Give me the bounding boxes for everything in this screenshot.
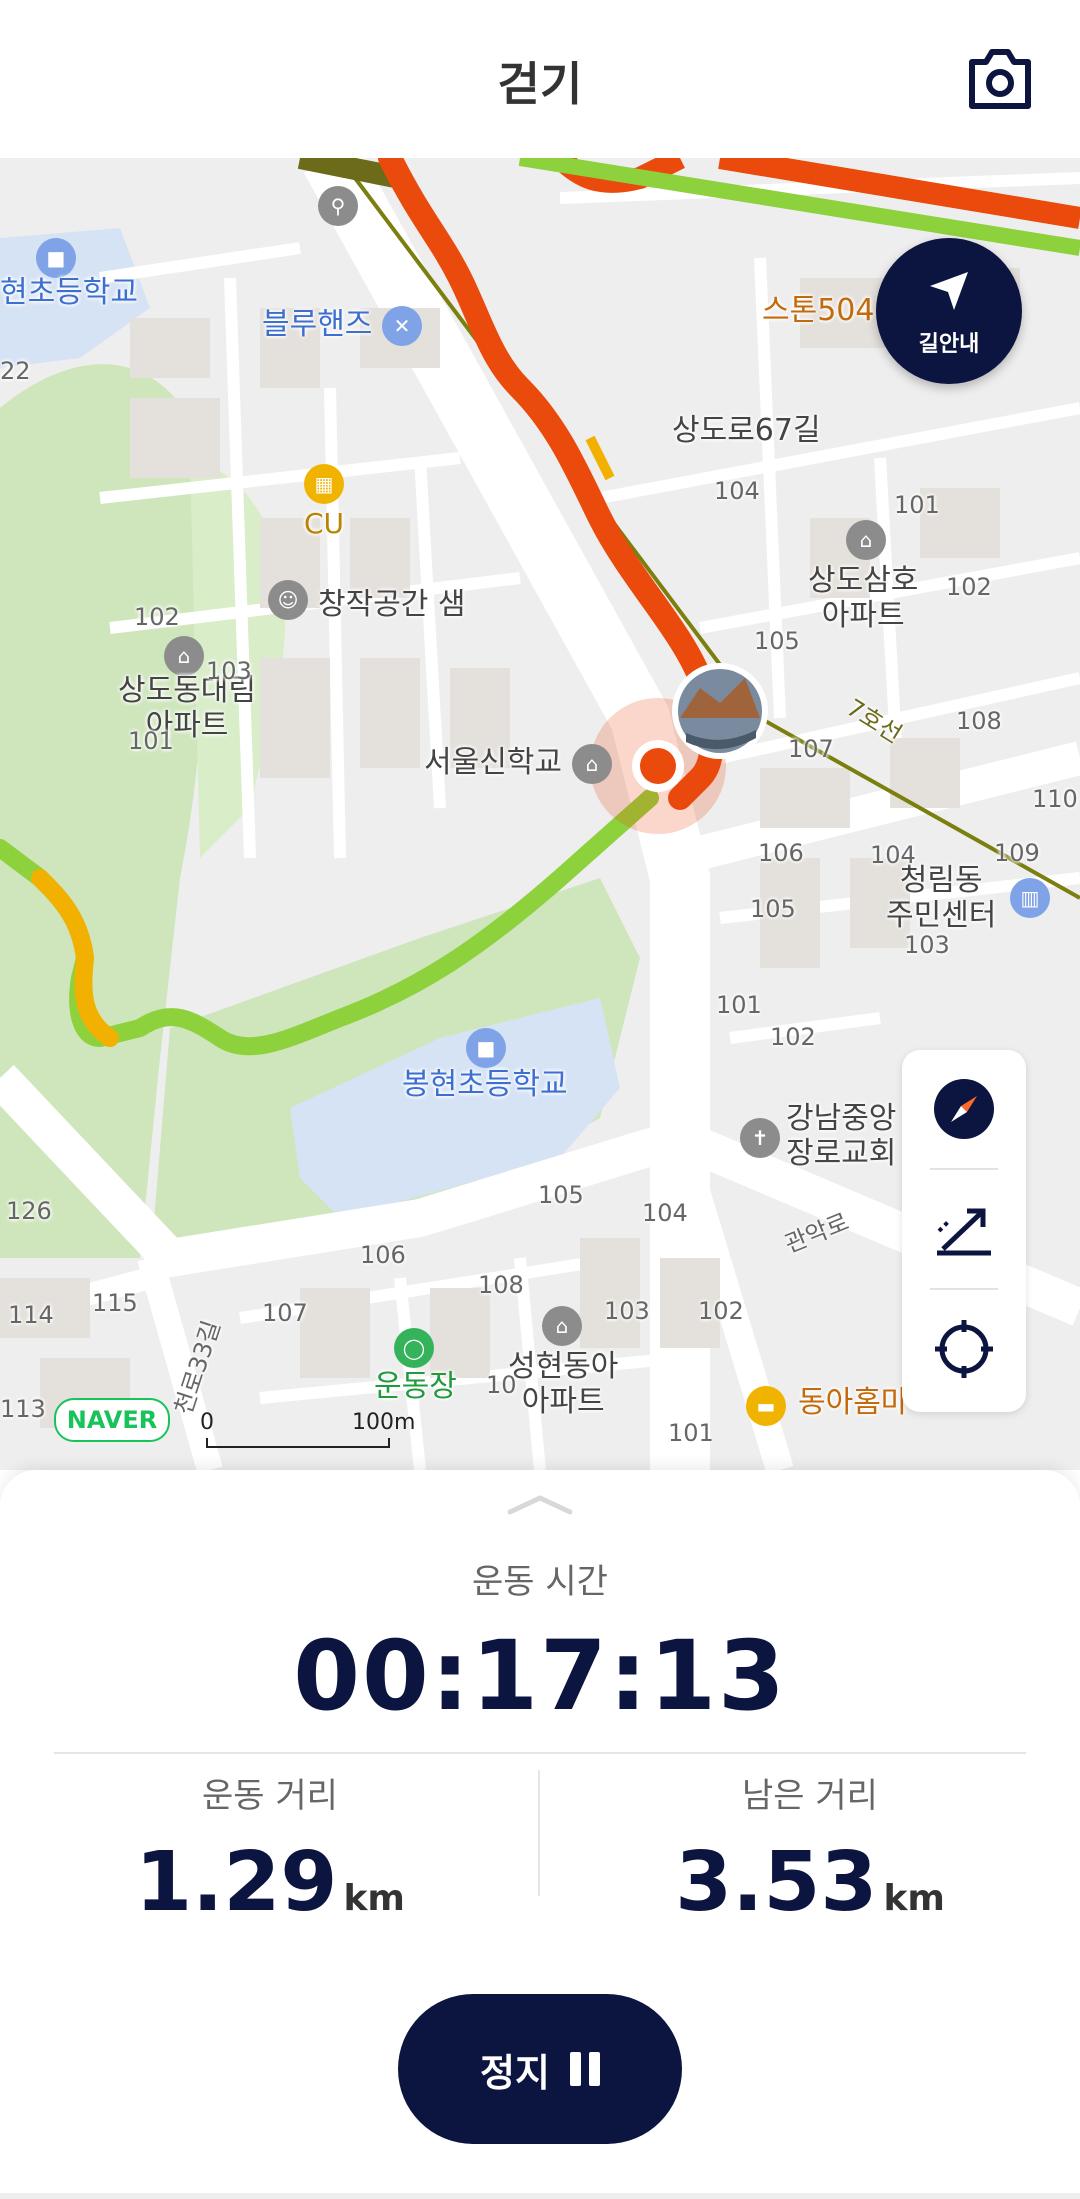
distance-value: 1.29 [135, 1835, 338, 1930]
app-header: 걷기 [0, 0, 1080, 158]
map-label: 10 [486, 1371, 517, 1399]
map-label: 강남중앙 장로교회 [786, 1101, 897, 1171]
map-label: 105 [538, 1181, 584, 1209]
elevation-button[interactable] [902, 1170, 1026, 1288]
map-label: 107 [262, 1299, 308, 1327]
remaining-label: 남은 거리 [742, 1776, 878, 1816]
map-label: 101 [894, 491, 940, 519]
remaining-value: 3.53 [675, 1835, 878, 1930]
map-label: 114 [8, 1301, 54, 1329]
compass-button[interactable] [902, 1050, 1026, 1168]
theater-icon: ☺ [268, 580, 308, 620]
stop-button-label: 정지 [480, 2050, 550, 2095]
map-label: 102 [770, 1023, 816, 1051]
remaining-unit: km [883, 1878, 945, 1919]
scale-start: 0 [200, 1410, 214, 1435]
map-label: 성현동아 아파트 [508, 1349, 619, 1419]
map-label: 108 [956, 707, 1002, 735]
map-view[interactable]: ■ ✕ ▦ ☺ ⌂ ⌂ ⌂ ▥ ■ ✝ ⌂ ◯ ▬ ⚲ 현초등학교 블루핸즈 C… [0, 158, 1080, 1470]
bike-station-icon: ⚲ [318, 186, 358, 226]
navigation-arrow-icon [930, 272, 968, 310]
map-label: 101 [668, 1419, 714, 1447]
distance-stat: 운동 거리 1.29 km [0, 1768, 540, 1930]
map-label: 105 [750, 895, 796, 923]
apartment-icon: ⌂ [542, 1306, 582, 1346]
map-label: 102 [698, 1297, 744, 1325]
navigation-label: 길안내 [918, 332, 980, 357]
map-label: 106 [758, 839, 804, 867]
shopping-icon: ▬ [746, 1386, 786, 1426]
camera-icon[interactable] [966, 48, 1034, 110]
compass-icon [934, 1079, 994, 1139]
church-icon: ✝ [740, 1118, 780, 1158]
map-label: 창작공간 샘 [318, 587, 466, 622]
map-label: 104 [642, 1199, 688, 1227]
map-label: 102 [134, 603, 180, 631]
school-icon: ■ [466, 1028, 506, 1068]
remaining-stat: 남은 거리 3.53 km [540, 1768, 1080, 1930]
map-label: 109 [994, 839, 1040, 867]
map-label: 스톤504 [762, 293, 875, 328]
map-label: 103 [604, 1297, 650, 1325]
scale-end: 100m [352, 1410, 416, 1435]
stop-button[interactable]: 정지 [398, 1994, 682, 2144]
school-icon: ⌂ [572, 744, 612, 784]
map-label: 103 [206, 657, 252, 685]
map-label: 101 [716, 991, 762, 1019]
map-label: 102 [946, 573, 992, 601]
government-icon: ▥ [1010, 878, 1050, 918]
map-label: 22 [0, 357, 31, 385]
map-label: 126 [6, 1197, 52, 1225]
map-label: 블루핸즈 [262, 307, 373, 342]
map-label: 106 [360, 1241, 406, 1269]
map-label: 상도삼호 아파트 [808, 563, 919, 633]
map-label: 108 [478, 1271, 524, 1299]
map-label: 봉현초등학교 [402, 1067, 568, 1102]
apartment-icon: ⌂ [164, 636, 204, 676]
naver-logo: NAVER [54, 1398, 170, 1442]
elevation-icon [937, 1208, 991, 1256]
map-label: 동아홈마 [798, 1385, 909, 1420]
chevron-up-icon[interactable] [506, 1494, 574, 1516]
convenience-store-icon: ▦ [304, 464, 344, 504]
workout-panel: 운동 시간 00:17:13 운동 거리 1.29 km 남은 거리 3.53 km… [0, 1470, 1080, 2199]
map-label: 상도로67길 [672, 413, 821, 448]
map-label: 113 [0, 1395, 46, 1423]
apartment-icon: ⌂ [846, 520, 886, 560]
map-label: 104 [714, 477, 760, 505]
map-label: 101 [128, 727, 174, 755]
map-label: 운동장 [374, 1369, 457, 1404]
map-label: 현초등학교 [0, 275, 138, 310]
map-label: CU [304, 507, 345, 540]
map-label: 105 [754, 627, 800, 655]
workout-time-label: 운동 시간 [472, 1562, 608, 1602]
page-title: 걷기 [497, 57, 583, 111]
map-label: 103 [904, 931, 950, 959]
map-label: 104 [870, 841, 916, 869]
distance-label: 운동 거리 [202, 1776, 338, 1816]
map-label: 서울신학교 [424, 745, 562, 780]
map-label: 107 [788, 735, 834, 763]
navigation-button[interactable]: 길안내 [876, 238, 1022, 384]
workout-time-value: 00:17:13 [293, 1620, 787, 1732]
current-location-button[interactable] [902, 1290, 1026, 1408]
bottom-edge [0, 2193, 1080, 2199]
map-label: 115 [92, 1289, 138, 1317]
crosshair-icon [935, 1320, 993, 1378]
repair-icon: ✕ [382, 306, 422, 346]
school-icon: ■ [36, 238, 76, 278]
map-label: 110 [1032, 785, 1078, 813]
map-tools [902, 1050, 1026, 1412]
stadium-icon: ◯ [394, 1328, 434, 1368]
map-label: 청림동 주민센터 [886, 863, 997, 933]
pause-icon [569, 2052, 600, 2086]
distance-unit: km [343, 1878, 405, 1919]
